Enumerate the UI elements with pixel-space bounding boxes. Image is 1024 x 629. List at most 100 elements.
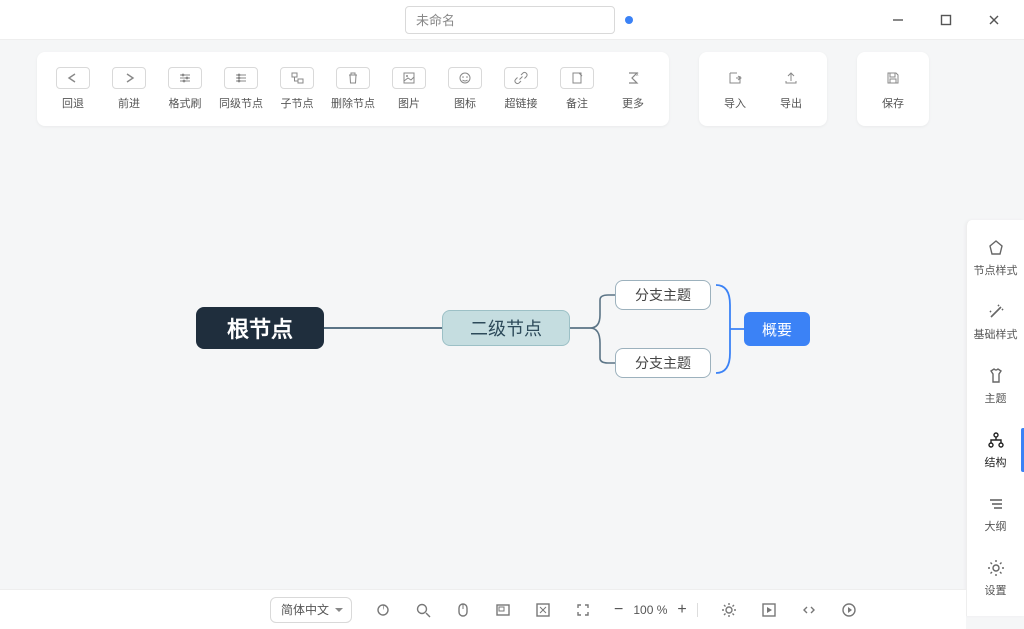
image-button[interactable]: 图片: [383, 62, 435, 116]
format-brush-button[interactable]: 格式刷: [159, 62, 211, 116]
toolbar-save: 保存: [857, 52, 929, 126]
svg-text:x: x: [636, 72, 639, 78]
zoom-controls: − 100 % +: [614, 601, 698, 619]
minimize-button[interactable]: [878, 5, 918, 35]
import-button[interactable]: 导入: [709, 62, 761, 116]
toolbar-io: 导入 导出: [699, 52, 827, 126]
toolbar-main: 回退 前进 格式刷 同级节点 子节点 删除节点 图片 图标: [37, 52, 669, 126]
image-label: 图片: [398, 95, 420, 111]
redo-button[interactable]: 前进: [103, 62, 155, 116]
mouse-icon[interactable]: [454, 601, 472, 619]
sidebar-basic-style-label: 基础样式: [974, 326, 1018, 342]
save-label: 保存: [882, 95, 904, 111]
title-input-wrap: [405, 6, 633, 34]
hyperlink-label: 超链接: [505, 95, 538, 111]
titlebar: [0, 0, 1024, 40]
format-brush-label: 格式刷: [169, 95, 202, 111]
right-sidebar: 节点样式 基础样式 主题 结构 大纲 设置: [966, 220, 1024, 616]
more-button[interactable]: x 更多: [607, 62, 659, 116]
code-icon[interactable]: [800, 601, 818, 619]
sidebar-structure-label: 结构: [985, 454, 1007, 470]
brightness-icon[interactable]: [720, 601, 738, 619]
minimap-icon[interactable]: [494, 601, 512, 619]
trash-icon: [345, 70, 361, 86]
tshirt-icon: [986, 366, 1006, 386]
language-label: 简体中文: [281, 601, 329, 618]
sidebar-basic-style[interactable]: 基础样式: [967, 290, 1024, 354]
delete-node-button[interactable]: 删除节点: [327, 62, 379, 116]
branch-node-1[interactable]: 分支主题: [615, 280, 711, 310]
redo-label: 前进: [118, 95, 140, 111]
icon-button[interactable]: 图标: [439, 62, 491, 116]
delete-label: 删除节点: [331, 95, 375, 111]
child-label: 子节点: [281, 95, 314, 111]
note-label: 备注: [566, 95, 588, 111]
bottombar: 简体中文 − 100 % +: [0, 589, 966, 629]
fullscreen-icon[interactable]: [574, 601, 592, 619]
square-icon: [939, 13, 953, 27]
import-label: 导入: [724, 95, 746, 111]
sidebar-theme-label: 主题: [985, 390, 1007, 406]
present-icon[interactable]: [760, 601, 778, 619]
emoji-icon: [457, 70, 473, 86]
structure-icon: [986, 430, 1006, 450]
note-button[interactable]: 备注: [551, 62, 603, 116]
pentagon-icon: [986, 238, 1006, 258]
level2-node[interactable]: 二级节点: [442, 310, 570, 346]
sidebar-outline[interactable]: 大纲: [967, 482, 1024, 546]
document-title-input[interactable]: [405, 6, 615, 34]
undo-icon: [65, 70, 81, 86]
summary-node[interactable]: 概要: [744, 312, 810, 346]
child-icon: [289, 70, 305, 86]
sidebar-settings[interactable]: 设置: [967, 546, 1024, 610]
root-node[interactable]: 根节点: [196, 307, 324, 349]
close-icon: [987, 13, 1001, 27]
edges-layer: [0, 130, 966, 589]
wand-icon: [986, 302, 1006, 322]
link-icon: [513, 70, 529, 86]
hyperlink-button[interactable]: 超链接: [495, 62, 547, 116]
window-controls: [878, 5, 1014, 35]
more-label: 更多: [622, 95, 644, 111]
separator: [697, 603, 698, 617]
export-label: 导出: [780, 95, 802, 111]
search-icon[interactable]: [414, 601, 432, 619]
maximize-button[interactable]: [926, 5, 966, 35]
export-button[interactable]: 导出: [765, 62, 817, 116]
sidebar-theme[interactable]: 主题: [967, 354, 1024, 418]
toolbar-row: 回退 前进 格式刷 同级节点 子节点 删除节点 图片 图标: [0, 40, 1024, 126]
unsaved-dot-icon: [625, 16, 633, 24]
save-button[interactable]: 保存: [867, 62, 919, 116]
sliders-icon: [177, 70, 193, 86]
redo-icon: [121, 70, 137, 86]
sidebar-node-style[interactable]: 节点样式: [967, 226, 1024, 290]
note-icon: [569, 70, 585, 86]
outline-icon: [986, 494, 1006, 514]
zoom-in-button[interactable]: +: [677, 601, 686, 619]
image-icon: [401, 70, 417, 86]
sidebar-node-style-label: 节点样式: [974, 262, 1018, 278]
save-icon: [885, 70, 901, 86]
sidebar-structure[interactable]: 结构: [967, 418, 1024, 482]
sibling-node-button[interactable]: 同级节点: [215, 62, 267, 116]
play-icon[interactable]: [840, 601, 858, 619]
sum-icon: x: [625, 70, 641, 86]
minimize-icon: [891, 13, 905, 27]
close-button[interactable]: [974, 5, 1014, 35]
sibling-icon: [233, 70, 249, 86]
mindmap-canvas[interactable]: 根节点 二级节点 分支主题 分支主题 概要: [0, 130, 966, 589]
sidebar-outline-label: 大纲: [985, 518, 1007, 534]
sibling-label: 同级节点: [219, 95, 263, 111]
readonly-icon[interactable]: [534, 601, 552, 619]
import-icon: [727, 70, 743, 86]
branch-node-2[interactable]: 分支主题: [615, 348, 711, 378]
undo-label: 回退: [62, 95, 84, 111]
theme-toggle-icon[interactable]: [374, 601, 392, 619]
zoom-value: 100 %: [633, 603, 667, 617]
undo-button[interactable]: 回退: [47, 62, 99, 116]
language-select[interactable]: 简体中文: [270, 597, 352, 623]
sidebar-settings-label: 设置: [985, 582, 1007, 598]
child-node-button[interactable]: 子节点: [271, 62, 323, 116]
zoom-out-button[interactable]: −: [614, 601, 623, 619]
gear-icon: [986, 558, 1006, 578]
